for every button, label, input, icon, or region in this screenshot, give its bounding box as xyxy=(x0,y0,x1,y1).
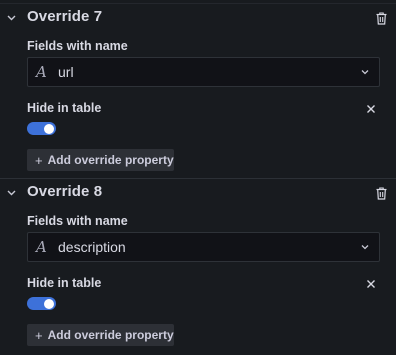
toggle-knob xyxy=(44,298,54,309)
add-override-property-label: Add override property xyxy=(47,328,174,342)
trash-icon[interactable] xyxy=(374,186,389,201)
text-type-icon: A xyxy=(36,238,47,256)
field-name-select[interactable]: A description xyxy=(27,232,380,262)
hide-in-table-toggle[interactable] xyxy=(27,297,56,310)
override-title: Override 7 xyxy=(27,8,103,25)
property-label: Hide in table xyxy=(27,101,102,115)
override-title: Override 8 xyxy=(27,183,103,200)
plus-icon: + xyxy=(35,152,43,168)
field-name-value: description xyxy=(58,239,126,255)
add-override-property-button[interactable]: + Add override property xyxy=(27,324,174,346)
hide-in-table-toggle[interactable] xyxy=(27,122,56,135)
close-icon[interactable] xyxy=(365,277,377,289)
close-icon[interactable] xyxy=(365,102,377,114)
matcher-label: Fields with name xyxy=(27,39,128,53)
text-type-icon: A xyxy=(36,63,47,81)
override-7: Override 7 Fields with name A url Hide i… xyxy=(0,0,396,178)
override-8: Override 8 Fields with name A descriptio… xyxy=(0,175,396,355)
chevron-down-icon xyxy=(361,245,369,250)
add-override-property-button[interactable]: + Add override property xyxy=(27,149,174,171)
matcher-label: Fields with name xyxy=(27,214,128,228)
overrides-panel: Override 7 Fields with name A url Hide i… xyxy=(0,0,396,355)
chevron-down-icon xyxy=(361,70,369,75)
field-name-select[interactable]: A url xyxy=(27,57,380,87)
add-override-property-label: Add override property xyxy=(47,153,174,167)
field-name-value: url xyxy=(58,64,74,80)
plus-icon: + xyxy=(35,327,43,343)
trash-icon[interactable] xyxy=(374,11,389,26)
toggle-knob xyxy=(44,123,54,134)
collapse-chevron-icon[interactable] xyxy=(5,12,17,24)
collapse-chevron-icon[interactable] xyxy=(5,187,17,199)
property-label: Hide in table xyxy=(27,276,102,290)
